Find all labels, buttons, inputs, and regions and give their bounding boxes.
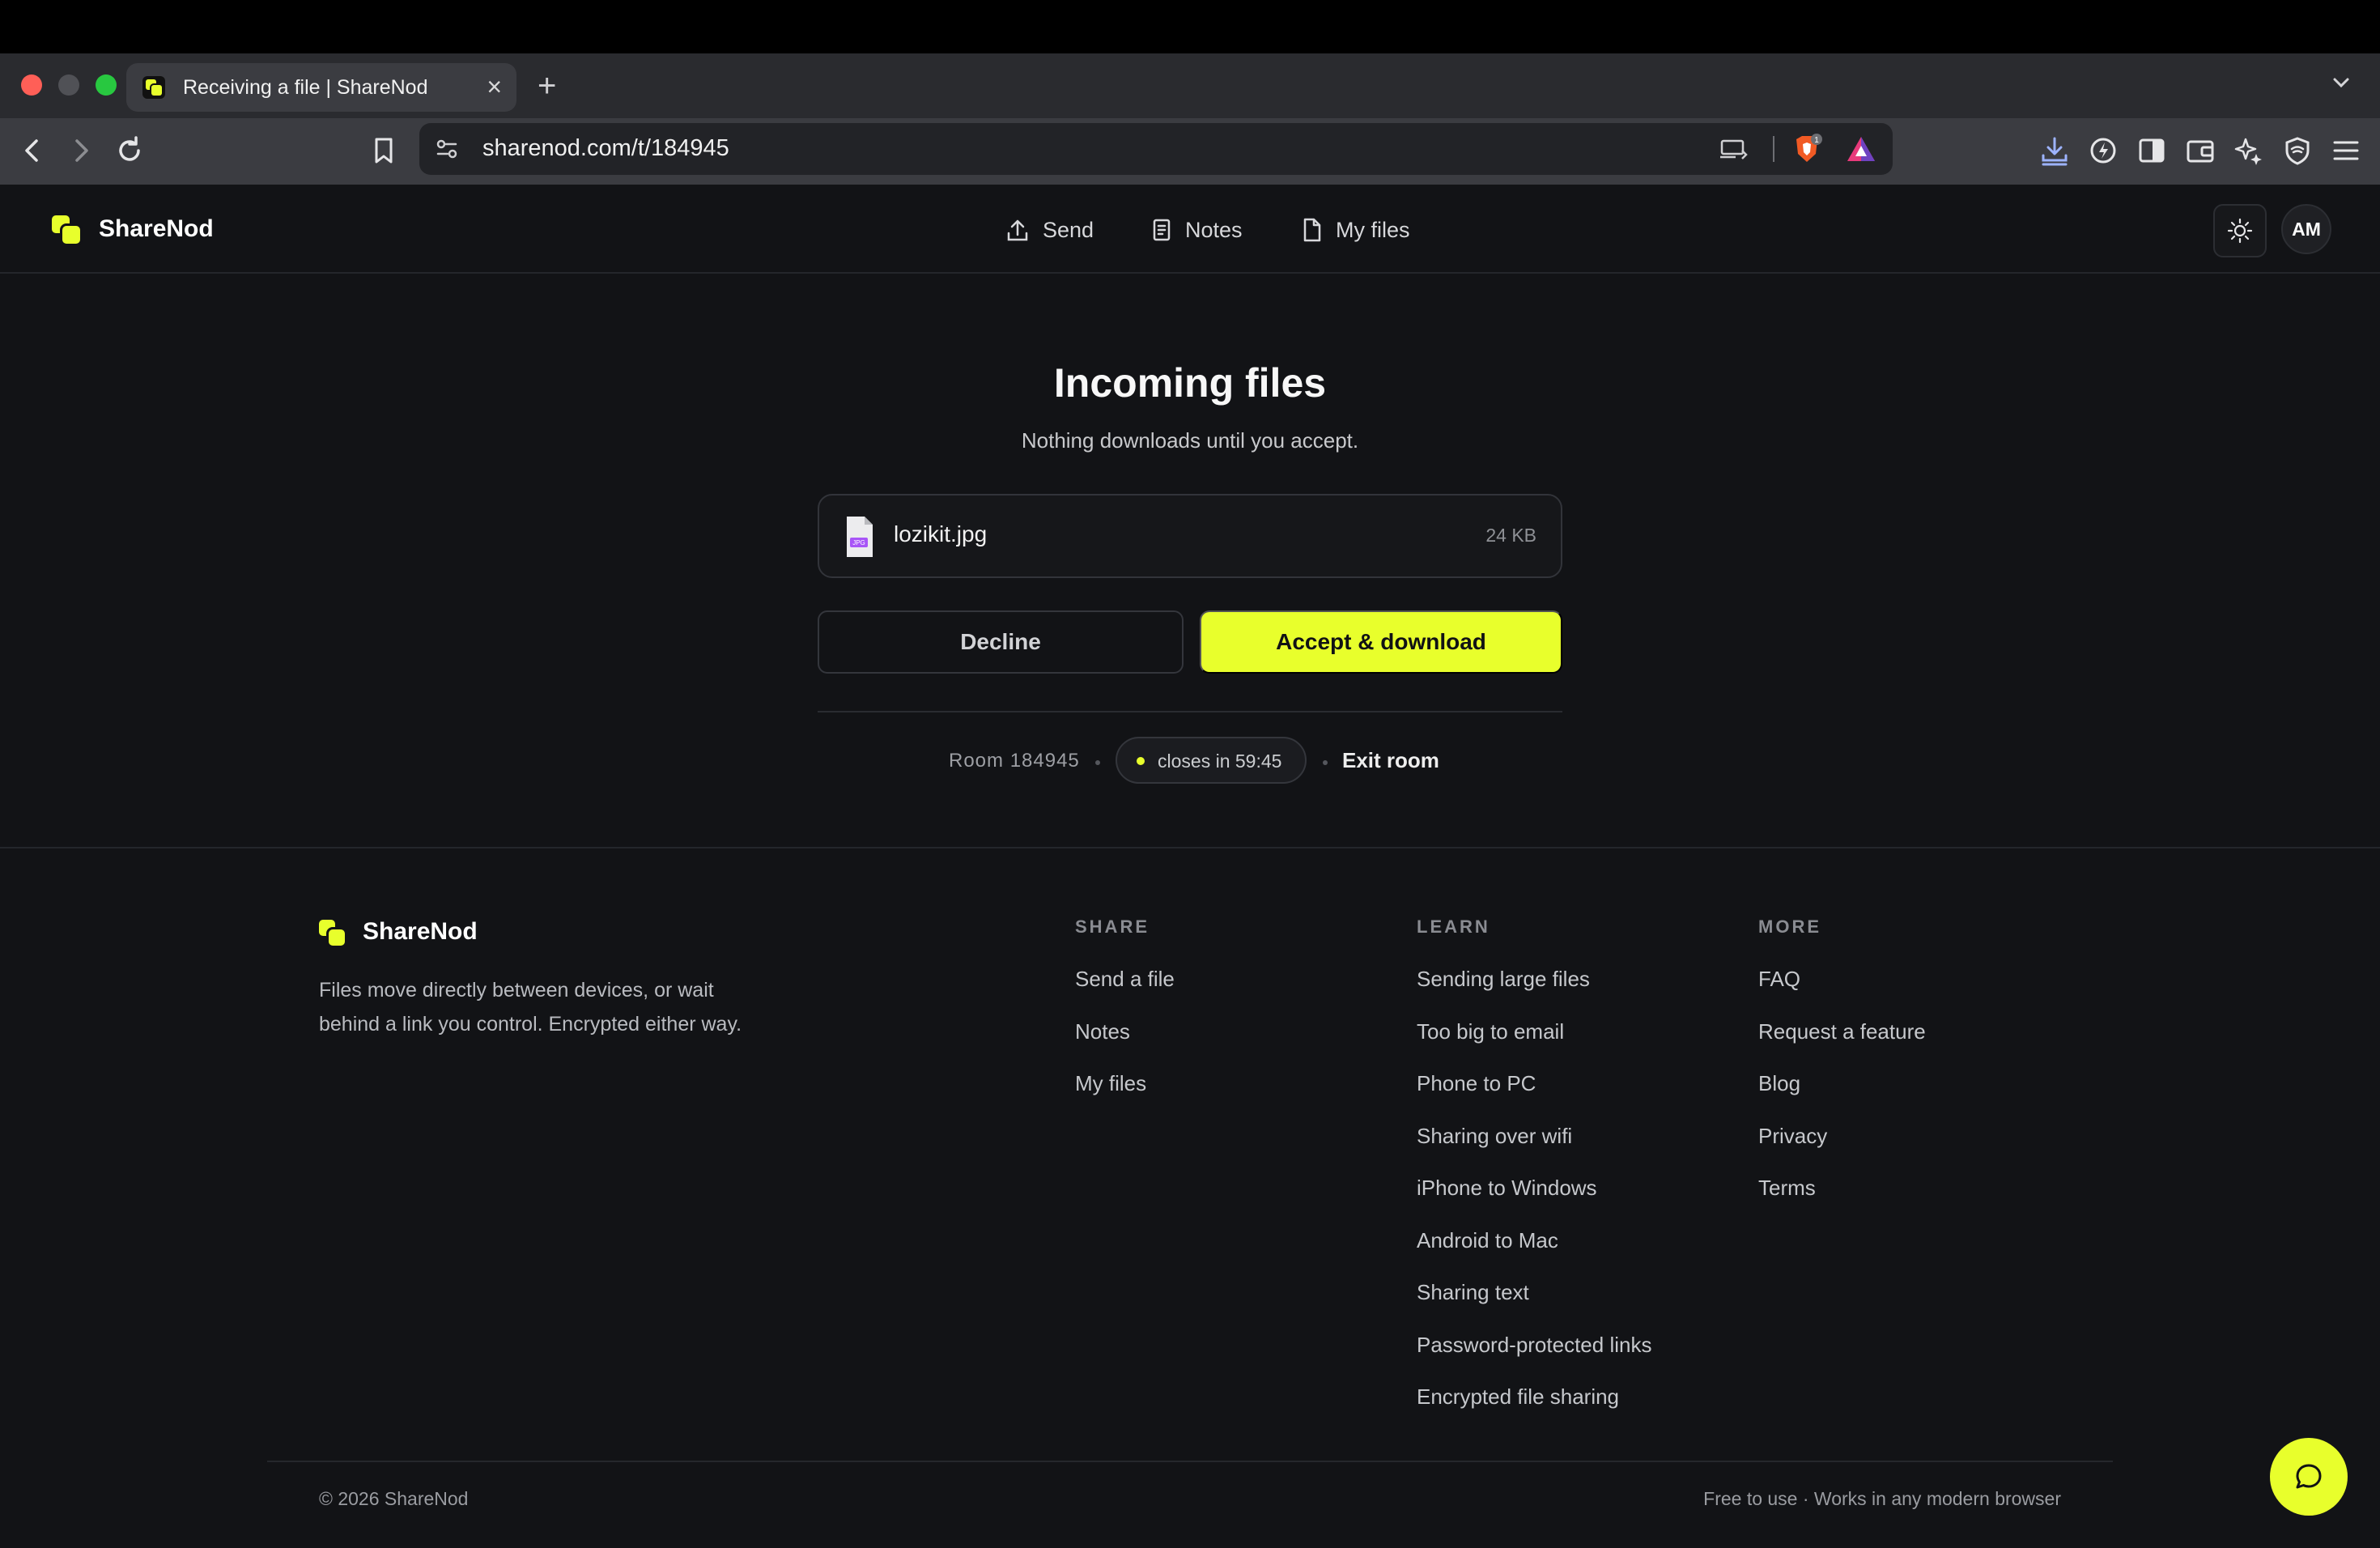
brand-name: ShareNod: [99, 215, 214, 242]
screen: Receiving a file | ShareNod × + sharenod…: [0, 0, 2380, 1548]
menu-icon[interactable]: [2330, 134, 2362, 167]
file-size: 24 KB: [1485, 525, 1536, 546]
site-settings-icon[interactable]: [434, 136, 460, 162]
back-icon[interactable]: [16, 134, 49, 167]
tab-list-chevron-icon[interactable]: [2330, 71, 2352, 94]
jpg-file-icon: JPG: [847, 517, 873, 557]
close-window-button[interactable]: [21, 74, 42, 96]
footer-heading-share: SHARE: [1075, 916, 1150, 937]
address-bar-divider: [1773, 136, 1774, 162]
downloads-icon[interactable]: [2038, 134, 2071, 167]
theme-toggle-button[interactable]: [2213, 204, 2267, 257]
exit-room-link[interactable]: Exit room: [1342, 748, 1439, 773]
footer-link[interactable]: Encrypted file sharing: [1417, 1384, 1619, 1410]
nav-send[interactable]: Send: [1005, 214, 1094, 246]
footer-link[interactable]: Sharing text: [1417, 1280, 1529, 1305]
footer-link[interactable]: Notes: [1075, 1019, 1130, 1044]
sharenod-logo-icon: [52, 215, 81, 245]
room-timer-text: closes in 59:45: [1158, 751, 1282, 772]
forward-icon[interactable]: [65, 134, 97, 167]
footer-link[interactable]: Phone to PC: [1417, 1071, 1536, 1096]
sidebar-toggle-icon[interactable]: [2136, 134, 2168, 167]
vpn-shield-icon[interactable]: [2281, 134, 2314, 167]
file-icon: [1303, 218, 1321, 242]
bookmark-icon[interactable]: [368, 134, 400, 167]
footer-bottom-divider: [267, 1461, 2113, 1462]
chat-button[interactable]: [2270, 1438, 2348, 1516]
footer-description: Files move directly between devices, or …: [319, 979, 742, 1036]
site-header: ShareNod Send Notes My files AM: [0, 185, 2380, 274]
file-name: lozikit.jpg: [894, 521, 988, 546]
maximize-window-button[interactable]: [96, 74, 117, 96]
footer-link[interactable]: FAQ: [1758, 967, 1800, 992]
footer-link[interactable]: Sending large files: [1417, 967, 1590, 992]
footer-divider: [0, 847, 2380, 848]
footer-brand-name: ShareNod: [363, 918, 478, 945]
copyright-text: © 2026 ShareNod: [319, 1488, 469, 1509]
reload-icon[interactable]: [113, 134, 146, 167]
separator-dot: [1095, 760, 1100, 765]
cast-icon[interactable]: [1719, 136, 1750, 162]
decline-button[interactable]: Decline: [818, 610, 1184, 674]
accept-download-button[interactable]: Accept & download: [1200, 610, 1562, 674]
footer-link[interactable]: My files: [1075, 1071, 1146, 1096]
tab-title: Receiving a file | ShareNod: [183, 76, 428, 99]
upload-icon: [1007, 219, 1028, 241]
footer-link[interactable]: Android to Mac: [1417, 1228, 1558, 1253]
brave-rewards-icon[interactable]: [1846, 134, 1876, 164]
minimize-window-button[interactable]: [58, 74, 79, 96]
footer-link[interactable]: Password-protected links: [1417, 1333, 1651, 1358]
page-subtitle: Nothing downloads until you accept.: [1021, 428, 1359, 453]
footer-link[interactable]: Terms: [1758, 1176, 1816, 1201]
chat-bubble-icon: [2296, 1464, 2322, 1489]
leo-ai-icon[interactable]: [2233, 134, 2265, 167]
footer-link[interactable]: Privacy: [1758, 1124, 1827, 1149]
nav-my-files[interactable]: My files: [1302, 214, 1410, 246]
nav-my-files-label: My files: [1336, 217, 1410, 242]
live-status-dot: [1137, 757, 1145, 765]
footer-link[interactable]: Blog: [1758, 1071, 1800, 1096]
nav-send-label: Send: [1043, 217, 1094, 242]
web-page: ShareNod Send Notes My files AM Incoming…: [0, 185, 2380, 1548]
browser-tab-active[interactable]: Receiving a file | ShareNod ×: [126, 63, 516, 112]
brave-shields-badge: 1: [1814, 136, 1819, 145]
footer-heading-learn: LEARN: [1417, 916, 1490, 937]
incoming-file-card: JPG lozikit.jpg 24 KB: [818, 494, 1562, 578]
nav-notes[interactable]: Notes: [1151, 214, 1243, 246]
room-timer-badge: closes in 59:45: [1116, 737, 1307, 784]
footer-link[interactable]: iPhone to Windows: [1417, 1176, 1597, 1201]
footer-link[interactable]: Send a file: [1075, 967, 1175, 992]
room-id: Room 184945: [949, 750, 1080, 772]
footer-tagline: Free to use · Works in any modern browse…: [1703, 1488, 2061, 1509]
tab-close-icon[interactable]: ×: [487, 73, 502, 100]
footer-link[interactable]: Sharing over wifi: [1417, 1124, 1572, 1149]
footer-link[interactable]: Request a feature: [1758, 1019, 1926, 1044]
leo-speed-icon[interactable]: [2087, 134, 2119, 167]
section-divider: [818, 711, 1562, 712]
new-tab-button[interactable]: +: [538, 68, 556, 104]
wallet-icon[interactable]: [2184, 134, 2216, 167]
avatar[interactable]: AM: [2281, 204, 2331, 254]
file-type-badge: JPG: [852, 539, 865, 546]
separator-dot: [1323, 760, 1328, 765]
footer-heading-more: MORE: [1758, 916, 1821, 937]
sharenod-logo-icon: [319, 920, 345, 946]
brave-shields-icon[interactable]: 1: [1791, 133, 1823, 165]
nav-notes-label: Notes: [1185, 217, 1243, 242]
page-title: Incoming files: [1053, 360, 1327, 406]
sharenod-favicon-icon: [142, 76, 165, 99]
url-text[interactable]: sharenod.com/t/184945: [482, 135, 729, 162]
sun-icon: [2227, 218, 2253, 244]
notes-icon: [1153, 219, 1171, 241]
address-bar[interactable]: sharenod.com/t/184945 1: [419, 123, 1893, 175]
footer-link[interactable]: Too big to email: [1417, 1019, 1564, 1044]
